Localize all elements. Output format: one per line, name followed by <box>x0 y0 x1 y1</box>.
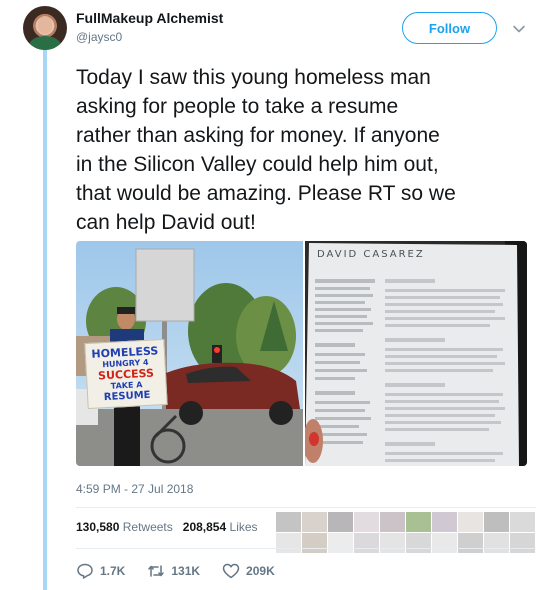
liker-avatar <box>406 512 431 532</box>
liker-avatar <box>380 533 405 553</box>
resume-name: DAVID CASAREZ <box>317 249 425 260</box>
engagement-stats: 130,580 Retweets 208,854 Likes <box>76 520 258 534</box>
cardboard-sign: HOMELESS HUNGRY 4 SUCCESS TAKE A RESUME <box>84 338 168 410</box>
avatar-face <box>38 16 52 34</box>
heart-icon <box>222 563 240 579</box>
liker-avatar <box>510 533 535 553</box>
follow-button[interactable]: Follow <box>402 12 497 44</box>
liker-avatar <box>510 512 535 532</box>
author-name[interactable]: FullMakeup Alchemist <box>76 10 223 26</box>
liker-avatar <box>276 533 301 553</box>
photo-homeless-man[interactable]: HOMELESS HUNGRY 4 SUCCESS TAKE A RESUME <box>76 241 303 466</box>
resume-scene <box>305 241 527 466</box>
liker-avatar <box>276 512 301 532</box>
thread-rail <box>43 50 47 590</box>
avatar[interactable] <box>23 6 67 50</box>
reply-icon <box>77 563 93 579</box>
retweet-stat-label: Retweets <box>122 520 173 534</box>
tweet-timestamp[interactable]: 4:59 PM - 27 Jul 2018 <box>76 482 193 496</box>
liker-avatar <box>380 512 405 532</box>
like-action[interactable]: 209K <box>222 562 275 580</box>
retweet-stat[interactable]: 130,580 Retweets <box>76 520 173 534</box>
avatar-shoulder <box>29 36 61 50</box>
retweet-icon <box>148 565 165 577</box>
liker-avatar <box>432 512 457 532</box>
liker-avatar <box>328 533 353 553</box>
liker-avatar <box>302 512 327 532</box>
liker-avatar <box>432 533 457 553</box>
liker-avatar <box>354 533 379 553</box>
tweet-actions: 1.7K 131K 209K <box>76 562 297 580</box>
liker-avatar <box>484 512 509 532</box>
liker-avatar <box>354 512 379 532</box>
liker-avatar <box>484 533 509 553</box>
liker-avatar <box>328 512 353 532</box>
liker-avatar <box>302 533 327 553</box>
retweet-count: 130,580 <box>76 520 120 534</box>
author-handle[interactable]: @jaysc0 <box>76 30 122 44</box>
liker-avatar <box>458 512 483 532</box>
reply-count: 1.7K <box>100 564 126 578</box>
like-stat-label: Likes <box>229 520 258 534</box>
like-count: 208,854 <box>182 520 227 534</box>
retweet-action[interactable]: 131K <box>147 562 200 580</box>
divider <box>76 548 536 549</box>
chevron-down-icon[interactable] <box>512 22 526 36</box>
photo-resume[interactable]: DAVID CASAREZ <box>305 241 527 466</box>
reply-action[interactable]: 1.7K <box>76 562 125 580</box>
like-action-count: 209K <box>246 564 275 578</box>
tweet-text: Today I saw this young homeless man aski… <box>76 66 456 234</box>
liker-avatar <box>458 533 483 553</box>
retweet-action-count: 131K <box>171 564 201 578</box>
sign-line: RESUME <box>103 389 151 403</box>
divider <box>76 507 536 508</box>
like-stat[interactable]: 208,854 Likes <box>183 520 258 534</box>
liker-avatars[interactable] <box>276 512 535 553</box>
liker-avatar <box>406 533 431 553</box>
